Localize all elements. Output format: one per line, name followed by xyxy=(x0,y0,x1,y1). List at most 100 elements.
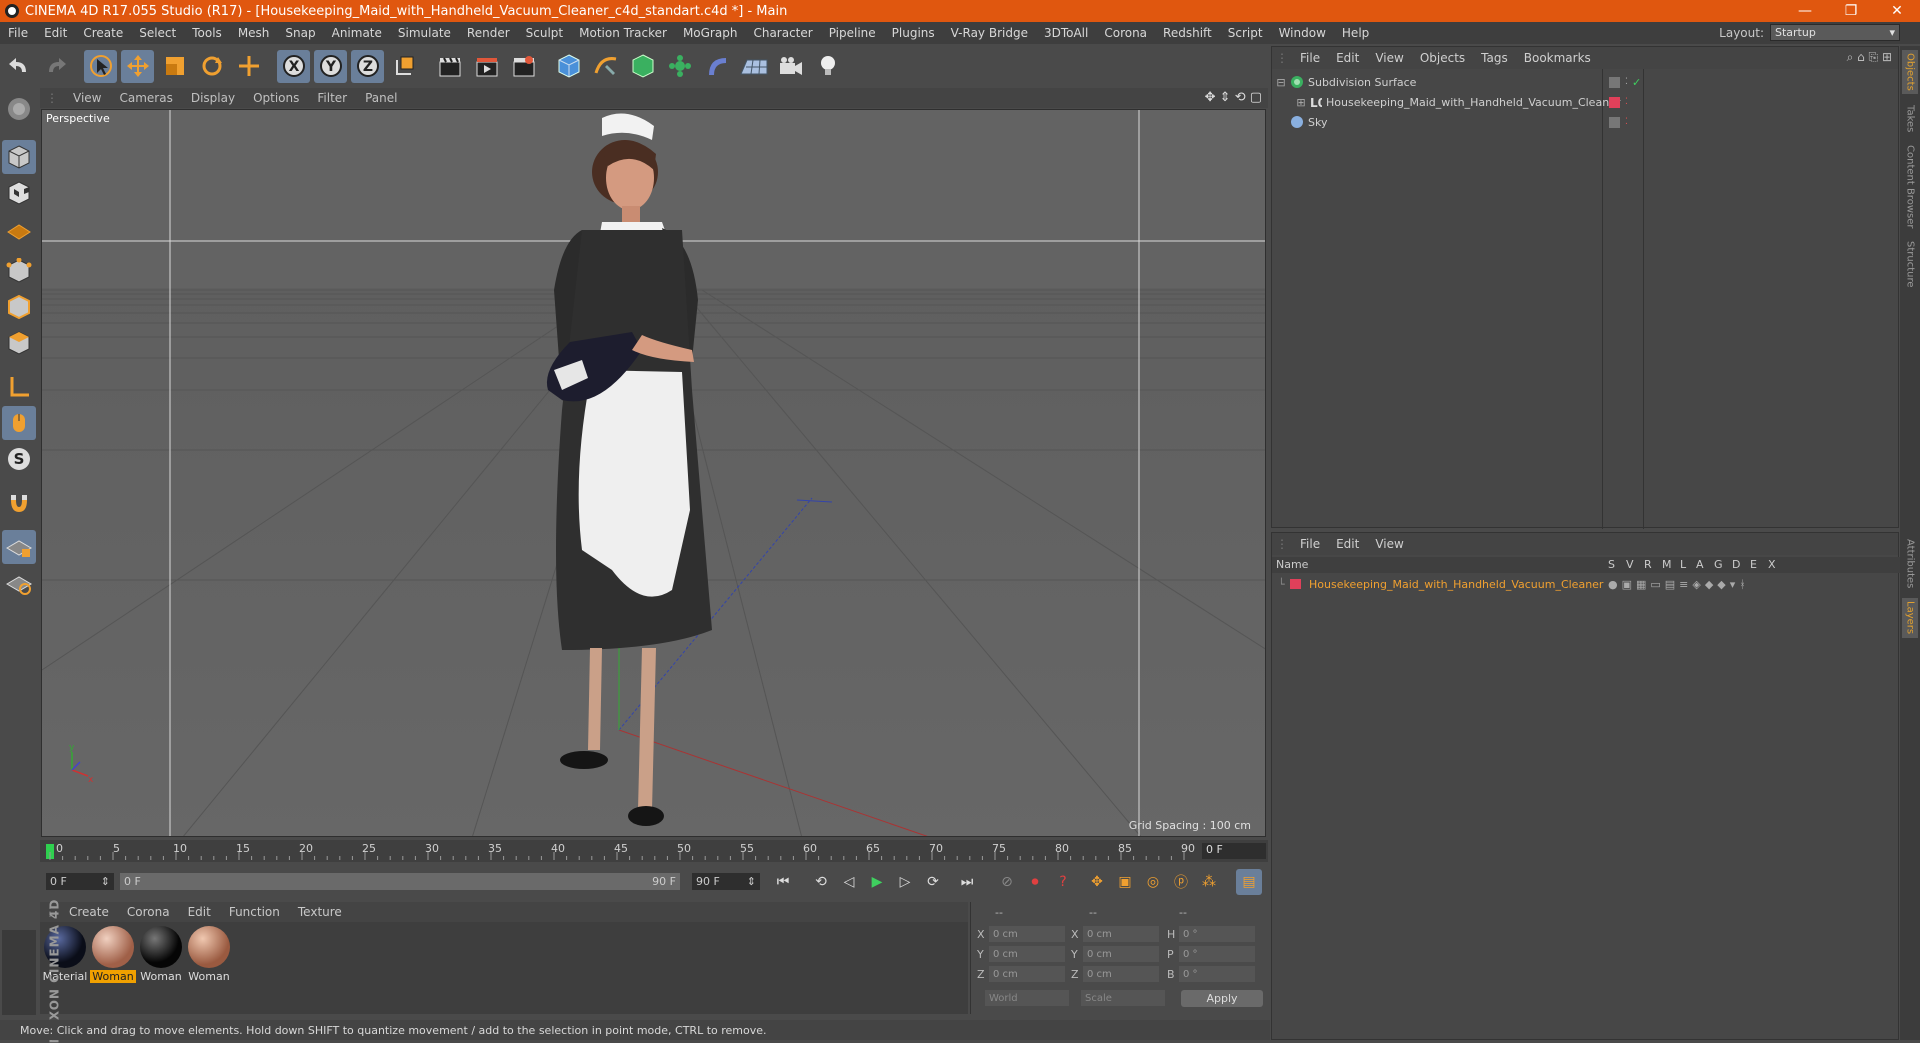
menu-script[interactable]: Script xyxy=(1220,26,1271,40)
object-row-maid[interactable]: ⊞ L0 Housekeeping_Maid_with_Handheld_Vac… xyxy=(1272,93,1872,111)
x-axis-lock-button[interactable]: X xyxy=(277,49,310,83)
viewport-menu-filter[interactable]: Filter xyxy=(308,91,356,105)
render-to-picture-viewer-button[interactable] xyxy=(470,50,503,83)
layer-swatch[interactable] xyxy=(1609,96,1620,108)
object-menu-objects[interactable]: Objects xyxy=(1412,51,1473,65)
apply-button[interactable]: Apply xyxy=(1181,990,1263,1007)
frame-range-slider[interactable]: 0 F 90 F xyxy=(120,873,680,890)
add-array-button[interactable] xyxy=(663,50,696,83)
snap-settings-button[interactable]: S xyxy=(2,442,36,476)
position-z-field[interactable]: 0 cm xyxy=(989,966,1065,982)
rotate-tool-button[interactable] xyxy=(195,50,228,83)
record-active-objects-button[interactable]: ⊘ xyxy=(994,869,1020,895)
locked-workplane-button[interactable] xyxy=(2,530,36,564)
menu-file[interactable]: File xyxy=(0,26,36,40)
key-parameter-button[interactable]: ⓟ xyxy=(1168,869,1194,895)
menu-window[interactable]: Window xyxy=(1271,26,1334,40)
object-row-sky[interactable]: Sky ⁚ xyxy=(1272,113,1872,131)
menu-simulate[interactable]: Simulate xyxy=(390,26,459,40)
menu-create[interactable]: Create xyxy=(75,26,131,40)
material-menu-texture[interactable]: Texture xyxy=(289,905,351,919)
perspective-viewport[interactable]: y x Perspective Grid Spacing : 100 cm xyxy=(41,109,1266,837)
go-to-start-button[interactable]: ⏮ xyxy=(770,869,796,895)
go-to-end-button[interactable]: ⏭ xyxy=(954,869,980,895)
menu-snap[interactable]: Snap xyxy=(277,26,323,40)
tab-layers[interactable]: Layers xyxy=(1902,598,1918,638)
rotation-b-field[interactable]: 0 ° xyxy=(1179,966,1255,982)
material-item[interactable]: Woman xyxy=(186,926,232,983)
move-alt-button[interactable] xyxy=(232,50,265,83)
enabled-check-icon[interactable]: ✓ xyxy=(1632,76,1641,89)
key-scale-button[interactable]: ▣ xyxy=(1112,869,1138,895)
menu-sculpt[interactable]: Sculpt xyxy=(518,26,571,40)
scale-tool-button[interactable] xyxy=(158,50,191,83)
edit-render-settings-button[interactable] xyxy=(507,50,540,83)
planar-workplane-button[interactable] xyxy=(2,566,36,600)
viewport-menu-cameras[interactable]: Cameras xyxy=(110,91,181,105)
workplane-mode-button[interactable] xyxy=(2,212,36,246)
add-deformer-button[interactable] xyxy=(700,50,733,83)
object-row-subdivision-surface[interactable]: ⊟ Subdivision Surface ⁚ ✓ xyxy=(1272,73,1872,91)
key-point-level-button[interactable]: ⁂ xyxy=(1196,869,1222,895)
make-editable-button[interactable] xyxy=(2,92,36,126)
menu-tools[interactable]: Tools xyxy=(184,26,230,40)
add-cube-button[interactable] xyxy=(552,50,585,83)
size-x-field[interactable]: 0 cm xyxy=(1083,926,1159,942)
viewport-nav-icons[interactable]: ✥ ⇕ ⟲ ▢ xyxy=(1205,90,1262,105)
size-y-field[interactable]: 0 cm xyxy=(1083,946,1159,962)
object-menu-view[interactable]: View xyxy=(1367,51,1411,65)
viewport-menu-view[interactable]: View xyxy=(64,91,110,105)
visibility-dots-icon[interactable]: ⁚ xyxy=(1625,117,1628,127)
minimize-button[interactable]: — xyxy=(1782,0,1828,22)
menu-corona[interactable]: Corona xyxy=(1096,26,1155,40)
add-spline-button[interactable] xyxy=(589,50,622,83)
add-generator-button[interactable] xyxy=(626,50,659,83)
key-position-button[interactable]: ✥ xyxy=(1084,869,1110,895)
material-item[interactable]: Woman xyxy=(138,926,184,983)
material-menu-edit[interactable]: Edit xyxy=(179,905,220,919)
move-tool-button[interactable] xyxy=(121,49,154,83)
menu-edit[interactable]: Edit xyxy=(36,26,75,40)
object-search-icons[interactable]: ⌕ ⌂ ⎘ ⊞ xyxy=(1847,50,1892,65)
expand-toggle-icon[interactable]: ⊟ xyxy=(1272,76,1290,89)
tab-content-browser[interactable]: Content Browser xyxy=(1902,144,1918,230)
live-selection-button[interactable] xyxy=(84,49,117,83)
play-forward-button[interactable]: ▶ xyxy=(864,869,890,895)
object-menu-bookmarks[interactable]: Bookmarks xyxy=(1516,51,1599,65)
polygons-mode-button[interactable] xyxy=(2,326,36,360)
start-frame-field[interactable]: 0 F ⇕ xyxy=(46,873,114,890)
render-view-button[interactable] xyxy=(433,50,466,83)
texture-mode-button[interactable] xyxy=(2,176,36,210)
visibility-dots-icon[interactable]: ⁚ xyxy=(1625,97,1628,107)
size-mode-dropdown[interactable]: Scale xyxy=(1081,990,1165,1006)
drag-handle-icon[interactable]: ⋮ xyxy=(1272,51,1292,65)
timeline-ruler[interactable]: 0 5 10 15 20 25 30 35 40 45 50 55 60 65 … xyxy=(40,840,1268,862)
expand-toggle-icon[interactable]: ⊞ xyxy=(1294,96,1308,109)
menu-pipeline[interactable]: Pipeline xyxy=(821,26,884,40)
menu-help[interactable]: Help xyxy=(1334,26,1377,40)
menu-vray-bridge[interactable]: V-Ray Bridge xyxy=(943,26,1036,40)
go-to-next-frame-button[interactable]: ▷ xyxy=(892,869,918,895)
tab-takes[interactable]: Takes xyxy=(1902,102,1918,136)
menu-mesh[interactable]: Mesh xyxy=(230,26,278,40)
menu-animate[interactable]: Animate xyxy=(324,26,390,40)
viewport-menu-options[interactable]: Options xyxy=(244,91,308,105)
points-mode-button[interactable] xyxy=(2,254,36,288)
coordinate-space-dropdown[interactable]: World xyxy=(985,990,1069,1006)
layer-color-swatch[interactable] xyxy=(1290,579,1301,589)
coordinate-system-button[interactable] xyxy=(388,50,421,83)
go-to-previous-frame-button[interactable]: ◁ xyxy=(836,869,862,895)
layer-menu-edit[interactable]: Edit xyxy=(1328,537,1367,551)
axis-mode-button[interactable] xyxy=(2,370,36,404)
current-frame-field[interactable]: 0 F xyxy=(1202,843,1266,859)
tab-structure[interactable]: Structure xyxy=(1902,238,1918,290)
menu-render[interactable]: Render xyxy=(459,26,518,40)
menu-motion-tracker[interactable]: Motion Tracker xyxy=(571,26,675,40)
position-x-field[interactable]: 0 cm xyxy=(989,926,1065,942)
add-floor-button[interactable] xyxy=(737,50,770,83)
object-menu-edit[interactable]: Edit xyxy=(1328,51,1367,65)
drag-handle-icon[interactable]: ⋮ xyxy=(40,91,64,105)
menu-mograph[interactable]: MoGraph xyxy=(675,26,746,40)
rotation-p-field[interactable]: 0 ° xyxy=(1179,946,1255,962)
viewport-menu-panel[interactable]: Panel xyxy=(356,91,406,105)
